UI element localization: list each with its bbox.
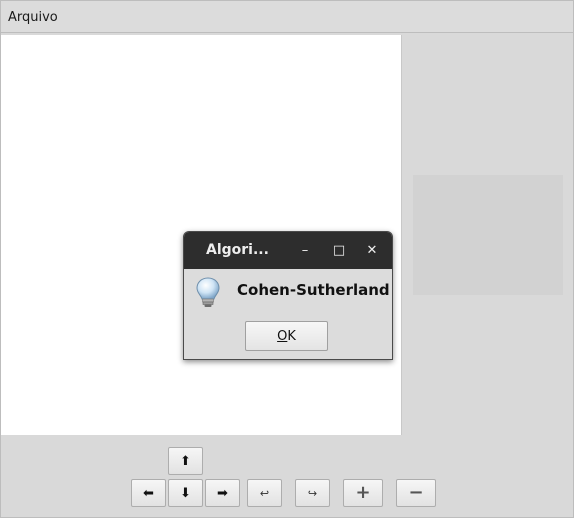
rotate-right-icon: ↪ — [307, 486, 318, 500]
plus-icon: + — [355, 482, 371, 503]
minus-icon: − — [408, 482, 424, 503]
rotate-left-button[interactable]: ↩ — [247, 479, 282, 507]
move-right-button[interactable]: ➡ — [205, 479, 240, 507]
dialog-body: Cohen-Sutherland OK — [184, 269, 392, 359]
zoom-out-button[interactable]: − — [396, 479, 436, 507]
menu-bar: Arquivo — [1, 1, 573, 33]
message-dialog: Algori... – □ ✕ Cohen-Sutherland OK — [183, 231, 393, 360]
close-button[interactable]: ✕ — [362, 240, 382, 260]
arrow-up-icon: ⬆ — [180, 453, 191, 469]
lightbulb-icon — [196, 277, 220, 307]
arrow-down-icon: ⬇ — [180, 485, 191, 501]
arrow-right-icon: ➡ — [217, 485, 228, 501]
maximize-button[interactable]: □ — [329, 240, 349, 260]
move-left-button[interactable]: ⬅ — [131, 479, 166, 507]
ok-mnemonic: O — [277, 328, 288, 344]
rotate-right-button[interactable]: ↪ — [295, 479, 330, 507]
rotate-left-icon: ↩ — [259, 486, 270, 500]
dialog-title: Algori... — [206, 242, 269, 258]
ok-label-rest: K — [287, 328, 296, 344]
menu-arquivo[interactable]: Arquivo — [8, 10, 58, 25]
ok-button[interactable]: OK — [245, 321, 328, 351]
dialog-message: Cohen-Sutherland — [237, 281, 390, 299]
move-down-button[interactable]: ⬇ — [168, 479, 203, 507]
move-up-button[interactable]: ⬆ — [168, 447, 203, 475]
side-panel — [413, 175, 563, 295]
dialog-titlebar[interactable]: Algori... – □ ✕ — [184, 232, 392, 269]
zoom-in-button[interactable]: + — [343, 479, 383, 507]
arrow-left-icon: ⬅ — [143, 485, 154, 501]
minimize-button[interactable]: – — [295, 240, 315, 260]
